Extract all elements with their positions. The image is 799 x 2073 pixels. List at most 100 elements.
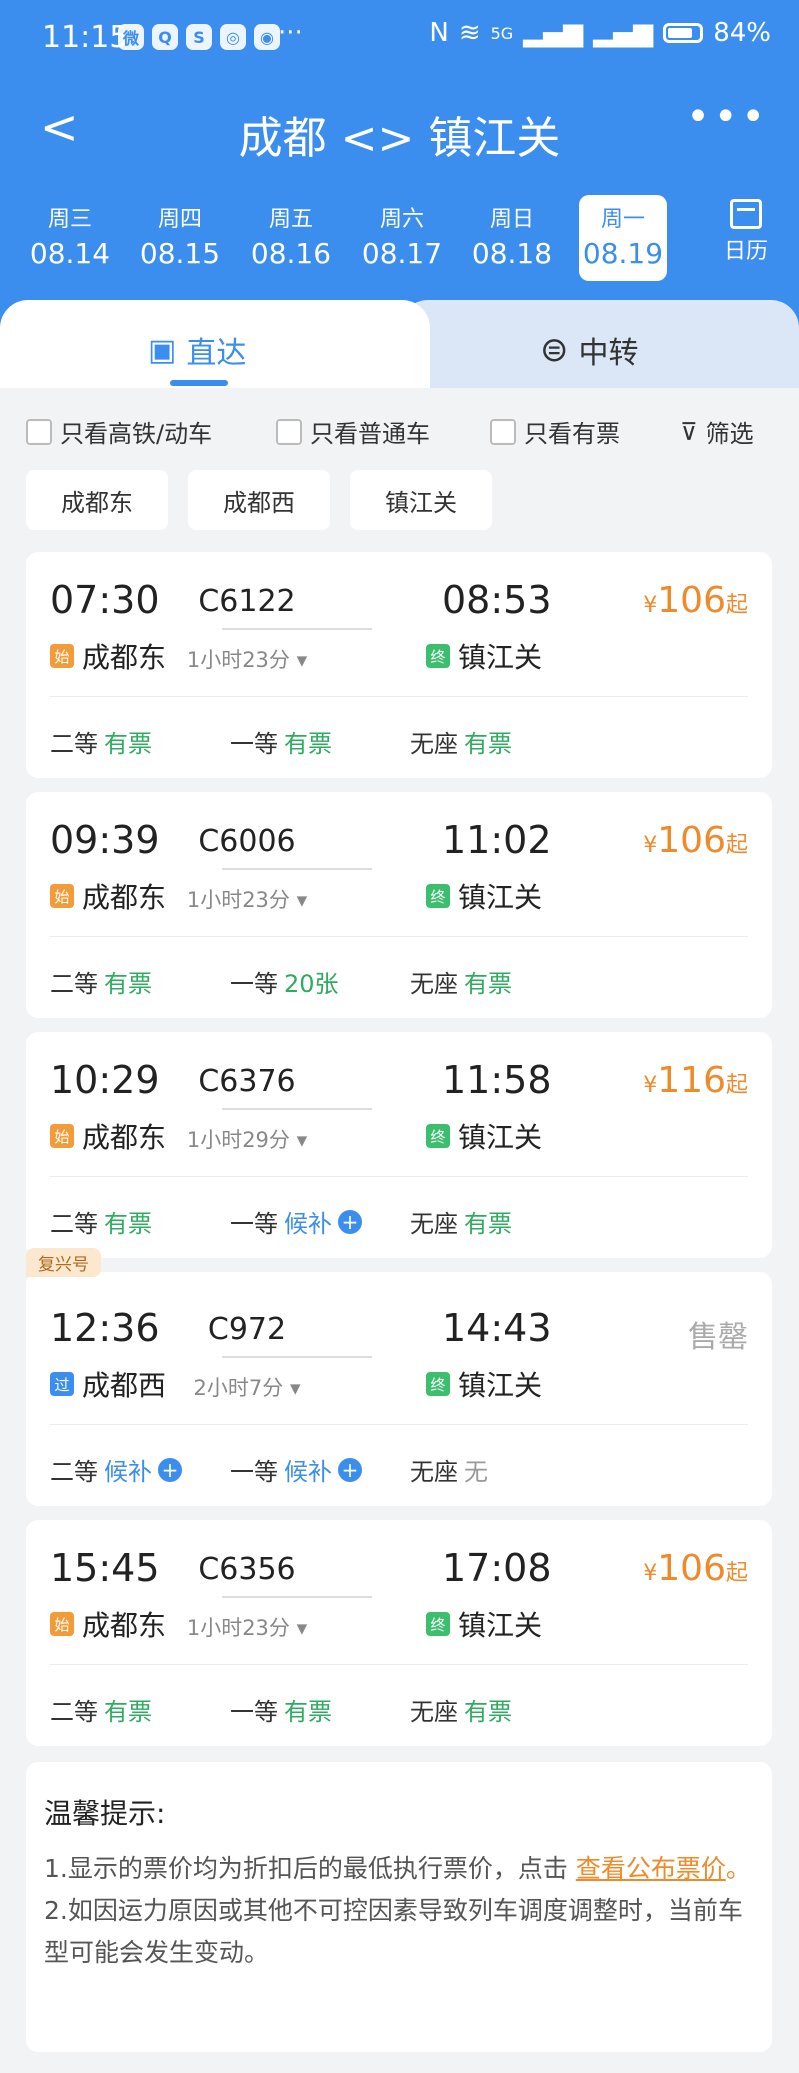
- date-item[interactable]: 周日 08.18: [468, 195, 556, 281]
- more-icon[interactable]: •••: [686, 94, 769, 140]
- duration: 1小时23分 ▾: [172, 644, 322, 674]
- departure-time: 12:36: [50, 1306, 160, 1350]
- more-notifications-icon: ···: [278, 18, 303, 48]
- filter-available[interactable]: 只看有票: [490, 414, 620, 449]
- seat-first[interactable]: 一等 候补 +: [230, 1204, 362, 1239]
- arrival-time: 14:43: [442, 1306, 552, 1350]
- checkbox-icon: [490, 418, 516, 445]
- transfer-icon: ⊜: [540, 330, 569, 370]
- station-filter: 成都东 成都西 镇江关: [26, 470, 492, 530]
- duration: 1小时29分 ▾: [172, 1124, 322, 1154]
- train-card[interactable]: 15:45 始成都东 C6356 1小时23分 ▾ 17:08 终镇江关 ¥10…: [26, 1520, 772, 1746]
- duration-text: 1小时29分: [186, 1128, 290, 1152]
- train-card[interactable]: 复兴号 12:36 过成都西 C972 2小时7分 ▾ 14:43 终镇江关 售…: [26, 1248, 772, 1506]
- date-item[interactable]: 周三 08.14: [26, 195, 114, 281]
- nfc-icon: N: [429, 18, 449, 48]
- price-suffix: 起: [725, 593, 748, 618]
- seat-name: 无座: [410, 1698, 458, 1726]
- battery-icon: [663, 23, 704, 43]
- filter-icon: ⊽: [680, 417, 698, 446]
- seat-status: 20张: [284, 970, 339, 998]
- station-chip[interactable]: 成都东: [26, 470, 168, 530]
- duration-text: 1小时23分: [186, 1616, 290, 1640]
- filter-bar: 只看高铁/动车 只看普通车 只看有票 ⊽ 筛选: [0, 404, 799, 454]
- end-tag-icon: 终: [426, 1612, 450, 1636]
- date-weekday: 周四: [157, 207, 202, 232]
- tip-text: 。: [725, 1854, 751, 1883]
- battery-percent: 84%: [713, 18, 771, 48]
- divider: [222, 1108, 372, 1110]
- seat-second[interactable]: 二等 候补 +: [50, 1452, 182, 1487]
- seat-name: 二等: [50, 970, 98, 998]
- filter-button[interactable]: ⊽ 筛选: [680, 414, 754, 449]
- price-value: 106: [657, 580, 726, 621]
- price-value: 106: [657, 820, 726, 861]
- date-value: 08.17: [361, 237, 443, 270]
- train-card[interactable]: 10:29 始成都东 C6376 1小时29分 ▾ 11:58 终镇江关 ¥11…: [26, 1032, 772, 1258]
- departure-station: 始成都东: [50, 636, 166, 676]
- tab-transfer[interactable]: ⊜ 中转: [400, 300, 799, 390]
- filter-label: 只看高铁/动车: [60, 420, 213, 448]
- seat-second: 二等 有票: [50, 1204, 152, 1239]
- date-value: 08.14: [29, 237, 111, 270]
- notification-icons: 微 Q S ◎ ◉: [118, 24, 280, 50]
- seat-name: 二等: [50, 1458, 98, 1486]
- tab-underline: [170, 380, 228, 386]
- departure-station-name: 成都东: [82, 641, 167, 674]
- train-number: C972: [207, 1312, 287, 1347]
- seat-status: 无: [464, 1458, 488, 1486]
- seat-status: 有票: [464, 1210, 512, 1238]
- seat-status: 候补: [104, 1458, 152, 1486]
- divider: [222, 1596, 372, 1598]
- date-item[interactable]: 周四 08.15: [136, 195, 224, 281]
- price-value: 116: [657, 1060, 726, 1101]
- departure-station-name: 成都西: [82, 1369, 167, 1402]
- departure-time: 10:29: [50, 1058, 160, 1102]
- departure-time: 15:45: [50, 1546, 160, 1590]
- seat-second: 二等 有票: [50, 1692, 152, 1727]
- price-suffix: 起: [725, 1561, 748, 1586]
- fuxing-badge: 复兴号: [26, 1248, 101, 1277]
- station-chip[interactable]: 成都西: [188, 470, 330, 530]
- date-item-selected[interactable]: 周一 08.19: [579, 195, 667, 281]
- arrival-station-name: 镇江关: [458, 881, 543, 914]
- start-tag-icon: 始: [50, 884, 74, 908]
- departure-station: 始成都东: [50, 1604, 166, 1644]
- tab-bar: ⊜ 中转 ▣ 直达: [0, 300, 799, 390]
- filter-label: 筛选: [705, 420, 754, 448]
- seat-name: 二等: [50, 1210, 98, 1238]
- tips-panel: 温馨提示: 1.显示的票价均为折扣后的最低执行票价，点击 查看公布票价。 2.如…: [26, 1762, 772, 2052]
- calendar-button[interactable]: 日历: [718, 199, 774, 265]
- date-item[interactable]: 周五 08.16: [247, 195, 335, 281]
- train-card[interactable]: 09:39 始成都东 C6006 1小时23分 ▾ 11:02 终镇江关 ¥10…: [26, 792, 772, 1018]
- status-right: N ≋ 5G ▂▄▆ ▂▄▆ 84%: [429, 18, 771, 48]
- seat-second: 二等 有票: [50, 724, 152, 759]
- end-tag-icon: 终: [426, 1124, 450, 1148]
- tip-text: 1.显示的票价均为折扣后的最低执行票价，点击: [44, 1854, 576, 1883]
- end-tag-icon: 终: [426, 884, 450, 908]
- seat-status: 有票: [464, 730, 512, 758]
- station-chip[interactable]: 镇江关: [350, 470, 492, 530]
- train-number: C6356: [198, 1552, 296, 1587]
- divider: [222, 868, 372, 870]
- filter-high-speed[interactable]: 只看高铁/动车: [26, 414, 212, 449]
- seat-status: 有票: [284, 1698, 332, 1726]
- tip-line-1: 1.显示的票价均为折扣后的最低执行票价，点击 查看公布票价。: [44, 1848, 752, 1890]
- start-tag-icon: 始: [50, 1612, 74, 1636]
- tab-direct[interactable]: ▣ 直达: [0, 300, 430, 390]
- seat-status: 有票: [104, 1698, 152, 1726]
- seat-first: 一等 20张: [230, 964, 339, 999]
- seat-second: 二等 有票: [50, 964, 152, 999]
- seat-name: 一等: [230, 1458, 278, 1486]
- filter-normal[interactable]: 只看普通车: [276, 414, 430, 449]
- train-card[interactable]: 07:30 始成都东 C6122 1小时23分 ▾ 08:53 终镇江关 ¥10…: [26, 552, 772, 778]
- title-bar: < 成都 <> 镇江关 •••: [0, 92, 799, 172]
- seat-standing: 无座无: [410, 1452, 488, 1487]
- tab-direct-content: ▣ 直达: [148, 328, 246, 372]
- price-value: 106: [657, 1548, 726, 1589]
- seat-first[interactable]: 一等 候补 +: [230, 1452, 362, 1487]
- train-number: C6006: [198, 824, 296, 859]
- date-value: 08.18: [471, 237, 553, 270]
- view-published-price-link[interactable]: 查看公布票价: [576, 1854, 726, 1883]
- date-item[interactable]: 周六 08.17: [358, 195, 446, 281]
